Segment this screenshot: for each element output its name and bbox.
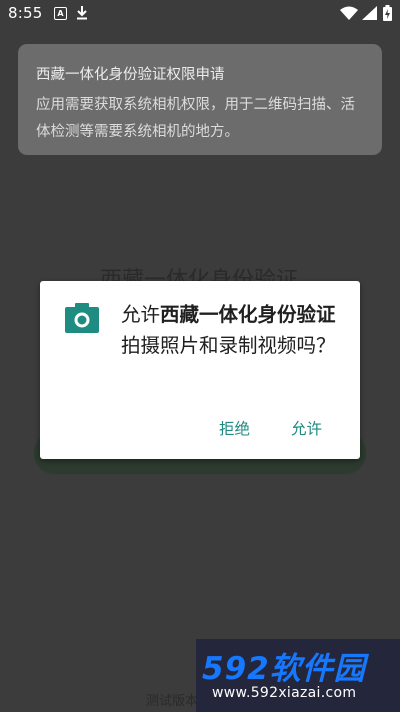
dialog-app-name: 西藏一体化身份验证 bbox=[160, 303, 336, 326]
dialog-message: 允许西藏一体化身份验证拍摄照片和录制视频吗？ bbox=[121, 299, 347, 361]
dialog-message-prefix: 允许 bbox=[121, 303, 161, 326]
permission-card-title: 西藏一体化身份验证权限申请 bbox=[36, 67, 225, 83]
battery-charging-icon bbox=[383, 5, 392, 25]
camera-icon bbox=[65, 303, 99, 337]
permission-dialog: 允许西藏一体化身份验证拍摄照片和录制视频吗？ 拒绝 允许 bbox=[40, 281, 360, 459]
watermark-logo: 592软件园 bbox=[202, 651, 366, 687]
status-time: 8:55 bbox=[8, 4, 43, 22]
permission-info-card: 西藏一体化身份验证权限申请 应用需要获取系统相机权限，用于二维码扫描、活体检测等… bbox=[18, 44, 382, 155]
watermark-url: www.592xiazai.com bbox=[212, 685, 357, 701]
deny-button[interactable]: 拒绝 bbox=[219, 417, 250, 439]
status-bar: 8:55 A bbox=[0, 0, 400, 28]
a-notification-icon: A bbox=[54, 7, 67, 20]
allow-button[interactable]: 允许 bbox=[291, 417, 322, 439]
watermark: 592软件园 www.592xiazai.com bbox=[196, 639, 400, 712]
download-icon bbox=[76, 5, 88, 24]
dialog-message-suffix: 拍摄照片和录制视频吗？ bbox=[121, 334, 336, 357]
wifi-icon bbox=[340, 6, 358, 24]
permission-card-description: 应用需要获取系统相机权限，用于二维码扫描、活体检测等需要系统相机的地方。 bbox=[36, 97, 355, 140]
signal-icon bbox=[362, 6, 377, 24]
version-footer: 测试版本 bbox=[146, 694, 199, 709]
